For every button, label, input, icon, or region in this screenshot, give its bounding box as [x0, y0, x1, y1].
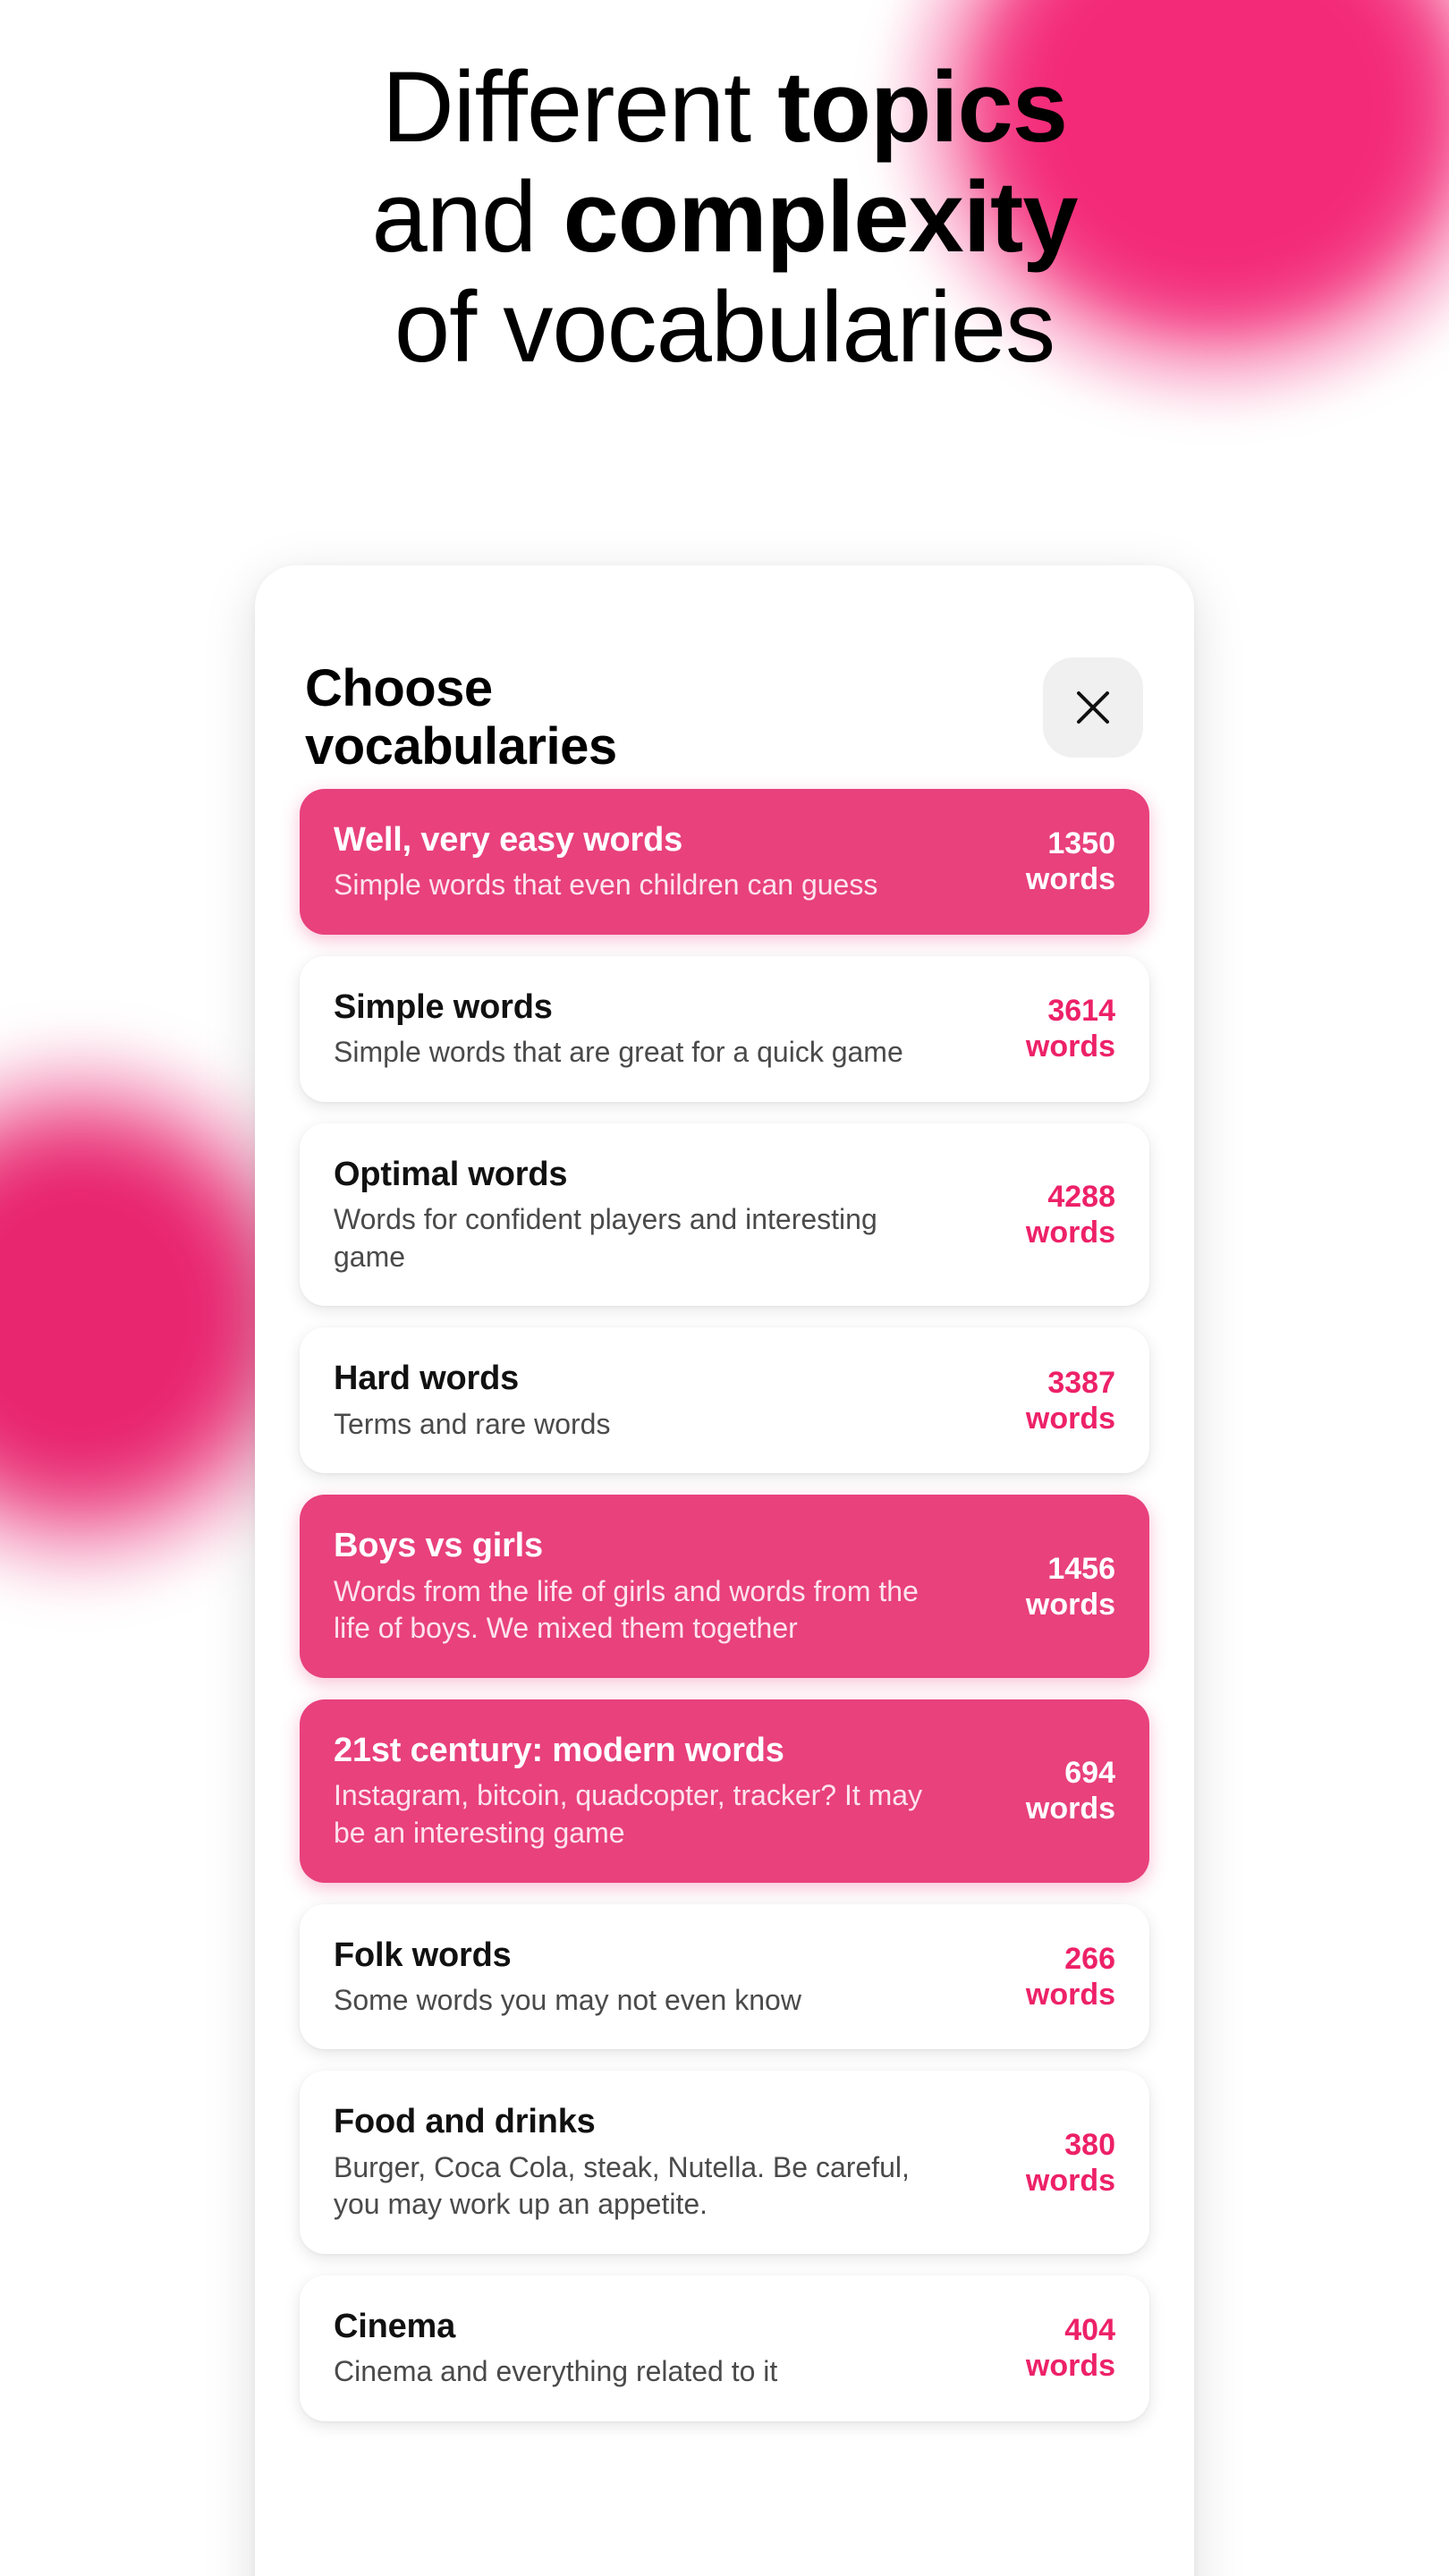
list-item[interactable]: Food and drinks Burger, Coca Cola, steak,…: [300, 2071, 1149, 2254]
headline-line-2-plain: and: [371, 161, 564, 274]
list-item-word-count: 3387 words: [1025, 1365, 1115, 1436]
headline-line-1: Different topics: [0, 52, 1449, 162]
list-item-title: Well, very easy words: [334, 821, 683, 859]
list-item-word-count: 266 words: [1025, 1941, 1115, 2012]
list-item-text: Boys vs girls Words from the life of girl…: [334, 1525, 997, 1648]
list-item-description: Terms and rare words: [334, 1407, 611, 1440]
list-item-text: Folk words Some words you may not even kn…: [334, 1935, 997, 2020]
modal-title: Choose vocabularies: [305, 659, 617, 775]
list-item-word-count: 3614 words: [1025, 994, 1115, 1064]
headline-line-2-emphasis: complexity: [563, 161, 1078, 274]
list-item-description: Words for confident players and interest…: [334, 1203, 877, 1273]
list-item[interactable]: Well, very easy words Simple words that e…: [300, 789, 1149, 935]
list-item-title: Food and drinks: [334, 2103, 596, 2141]
list-item-text: Hard words Terms and rare words: [334, 1358, 997, 1443]
list-item-word-count: 1456 words: [1025, 1551, 1115, 1622]
list-item-description: Instagram, bitcoin, quadcopter, tracker?…: [334, 1779, 923, 1849]
list-item-text: Food and drinks Burger, Coca Cola, steak,…: [334, 2101, 997, 2224]
list-item-word-count: 4288 words: [1025, 1180, 1115, 1250]
list-item-description: Some words you may not even know: [334, 1983, 801, 2016]
list-item[interactable]: Optimal words Words for confident players…: [300, 1123, 1149, 1307]
list-item-text: Optimal words Words for confident players…: [334, 1154, 997, 1276]
list-item-word-count: 380 words: [1025, 2127, 1115, 2198]
modal-header: Choose vocabularies: [255, 565, 1194, 789]
list-item-text: 21st century: modern words Instagram, bit…: [334, 1730, 997, 1852]
list-item-title: Folk words: [334, 1936, 512, 1974]
app-screenshot: Different topics and complexity of vocab…: [0, 0, 1449, 2576]
list-item-description: Cinema and everything related to it: [334, 2355, 778, 2388]
list-item-title: Cinema: [334, 2308, 456, 2345]
list-item[interactable]: Folk words Some words you may not even kn…: [300, 1903, 1149, 2050]
list-item-description: Simple words that even children can gues…: [334, 869, 878, 902]
list-item[interactable]: Simple words Simple words that are great …: [300, 955, 1149, 1102]
list-item-title: Boys vs girls: [334, 1527, 543, 1565]
list-item-description: Simple words that are great for a quick …: [334, 1036, 903, 1069]
list-item[interactable]: Hard words Terms and rare words 3387 words: [300, 1327, 1149, 1474]
list-item-word-count: 1350 words: [1025, 826, 1115, 897]
list-item[interactable]: Cinema Cinema and everything related to i…: [300, 2275, 1149, 2421]
headline-line-3: of vocabularies: [394, 271, 1055, 384]
list-item-description: Words from the life of girls and words f…: [334, 1574, 919, 1645]
headline-line-2: and complexity: [0, 162, 1449, 272]
list-item-text: Cinema Cinema and everything related to i…: [334, 2306, 997, 2391]
list-item[interactable]: Boys vs girls Words from the life of girl…: [300, 1495, 1149, 1678]
close-icon: [1072, 687, 1114, 728]
list-item-word-count: 694 words: [1025, 1756, 1115, 1826]
choose-vocabularies-modal: Choose vocabularies Well, very easy word…: [255, 565, 1194, 2576]
list-item-title: Optimal words: [334, 1155, 568, 1193]
vocabulary-list[interactable]: Well, very easy words Simple words that e…: [255, 789, 1194, 2421]
list-item-description: Burger, Coca Cola, steak, Nutella. Be ca…: [334, 2150, 910, 2221]
list-item-title: Hard words: [334, 1360, 520, 1398]
list-item-text: Well, very easy words Simple words that e…: [334, 819, 997, 904]
page-headline: Different topics and complexity of vocab…: [0, 52, 1449, 383]
list-item[interactable]: 21st century: modern words Instagram, bit…: [300, 1699, 1149, 1883]
close-button[interactable]: [1043, 657, 1143, 758]
headline-line-1-emphasis: topics: [777, 51, 1068, 163]
list-item-text: Simple words Simple words that are great …: [334, 987, 997, 1072]
headline-line-1-plain: Different: [381, 51, 778, 163]
list-item-title: Simple words: [334, 987, 553, 1026]
list-item-title: 21st century: modern words: [334, 1731, 784, 1769]
list-item-word-count: 404 words: [1025, 2313, 1115, 2384]
